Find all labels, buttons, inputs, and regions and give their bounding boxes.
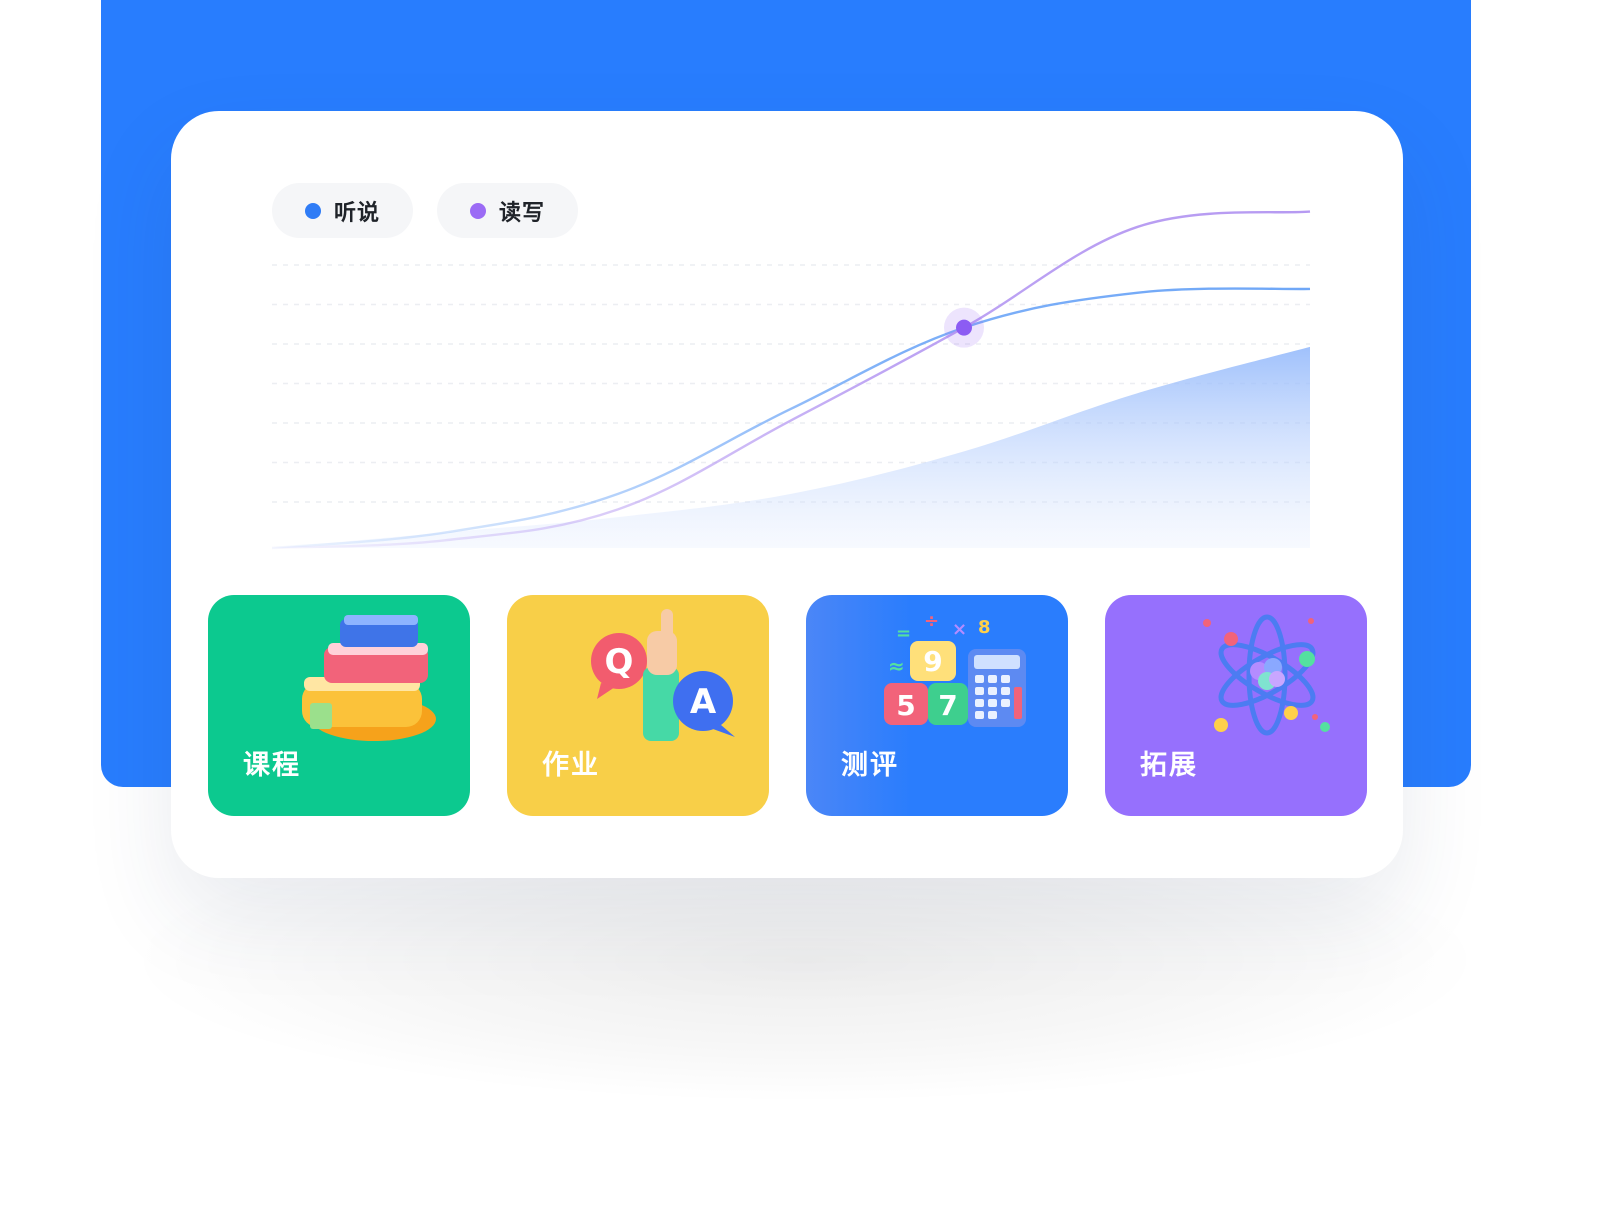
calculator-blocks-icon: = ÷ × 8 ≈ 9 5 7 (884, 611, 1026, 727)
svg-text:9: 9 (923, 645, 942, 678)
legend-item-reading-writing[interactable]: 读写 (437, 183, 579, 238)
svg-text:≈: ≈ (888, 654, 905, 678)
legend-label: 读写 (499, 200, 546, 226)
svg-text:=: = (896, 623, 911, 644)
tile-extension[interactable]: 拓展 (1105, 595, 1367, 816)
svg-text:÷: ÷ (924, 611, 939, 632)
category-tiles: 课程 Q A 作业 = ÷ × 8 ≈ 9 5 7 测评 拓展 (208, 595, 1367, 816)
tile-label: 课程 (243, 750, 301, 781)
legend-dot-blue (305, 202, 321, 219)
tile-assessment[interactable]: = ÷ × 8 ≈ 9 5 7 测评 (806, 595, 1068, 816)
legend-item-listening-speaking[interactable]: 听说 (272, 183, 414, 238)
qa-hand-icon: Q A (591, 609, 735, 741)
atom-icon (1203, 614, 1330, 736)
svg-text:Q: Q (605, 642, 634, 682)
chart-legend: 听说 读写 (272, 183, 579, 238)
tile-label: 测评 (841, 750, 899, 781)
legend-label: 听说 (334, 200, 381, 226)
tile-label: 拓展 (1140, 750, 1198, 781)
tile-courses[interactable]: 课程 (208, 595, 470, 816)
svg-text:5: 5 (896, 689, 915, 722)
tile-homework[interactable]: Q A 作业 (507, 595, 769, 816)
svg-text:7: 7 (938, 689, 957, 722)
legend-dot-purple (470, 202, 487, 219)
books-icon (302, 615, 436, 741)
stage: 听说 读写 课程 Q A 作业 = ÷ × 8 ≈ 9 5 7 测评 拓展 (0, 0, 1621, 1210)
svg-text:8: 8 (978, 617, 991, 638)
svg-text:A: A (690, 682, 717, 722)
tile-label: 作业 (542, 750, 600, 781)
svg-text:×: × (952, 619, 967, 640)
